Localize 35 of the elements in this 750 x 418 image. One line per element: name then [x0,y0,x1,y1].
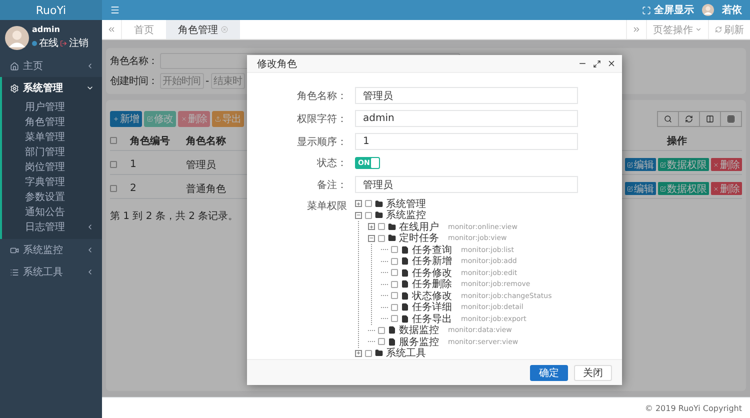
user-name: admin [32,25,61,34]
field-label: 菜单权限 [307,200,347,213]
tree-node-label: 状态修改 [412,290,452,302]
column-header: 操作 [667,134,687,148]
tree-node-label: 系统管理 [386,198,426,210]
tree-node-label: 任务查询 [412,244,452,256]
status-text: 在线 [39,36,58,50]
table-cell-text: 管理员 [186,158,216,172]
tree-node-label: 系统工具 [386,346,426,359]
tree-node-label: 在线用户 [399,220,439,233]
dialog-title: 修改角色 [257,58,297,70]
table-cell: 2 [130,183,136,194]
field-label: 权限字符： [297,112,347,126]
field-label: 创建时间： [110,74,158,88]
field-label: 状态： [317,156,347,170]
tree-node-label: 系统监控 [386,208,426,222]
field-label: 角色名称： [297,90,347,102]
pagination-info: 第 1 到 2 条，共 2 条记录。 [110,210,238,223]
field-label: 角色名称： [110,55,158,68]
separator: - [206,76,209,86]
tree-node-label: 服务监控 [399,336,439,348]
tree-node-label: 任务导出 [412,312,452,325]
field-label: 显示顺序： [297,136,347,148]
table-cell: 1 [130,159,136,170]
tree-node-label: 任务详细 [412,300,452,314]
tree-node-label: 任务修改 [412,266,452,279]
field-label: 备注： [317,178,347,192]
tree-node-label: 定时任务 [399,232,439,244]
column-header: 角色编号 [130,134,170,148]
table-cell-text: 普通角色 [186,182,226,196]
tree-node-label: 任务删除 [412,278,452,290]
tree-node-label: 数据监控 [399,324,439,337]
column-header: 角色名称 [186,134,226,148]
tree-node-label: 任务新增 [412,254,452,268]
logo: RuoYi [0,0,102,20]
